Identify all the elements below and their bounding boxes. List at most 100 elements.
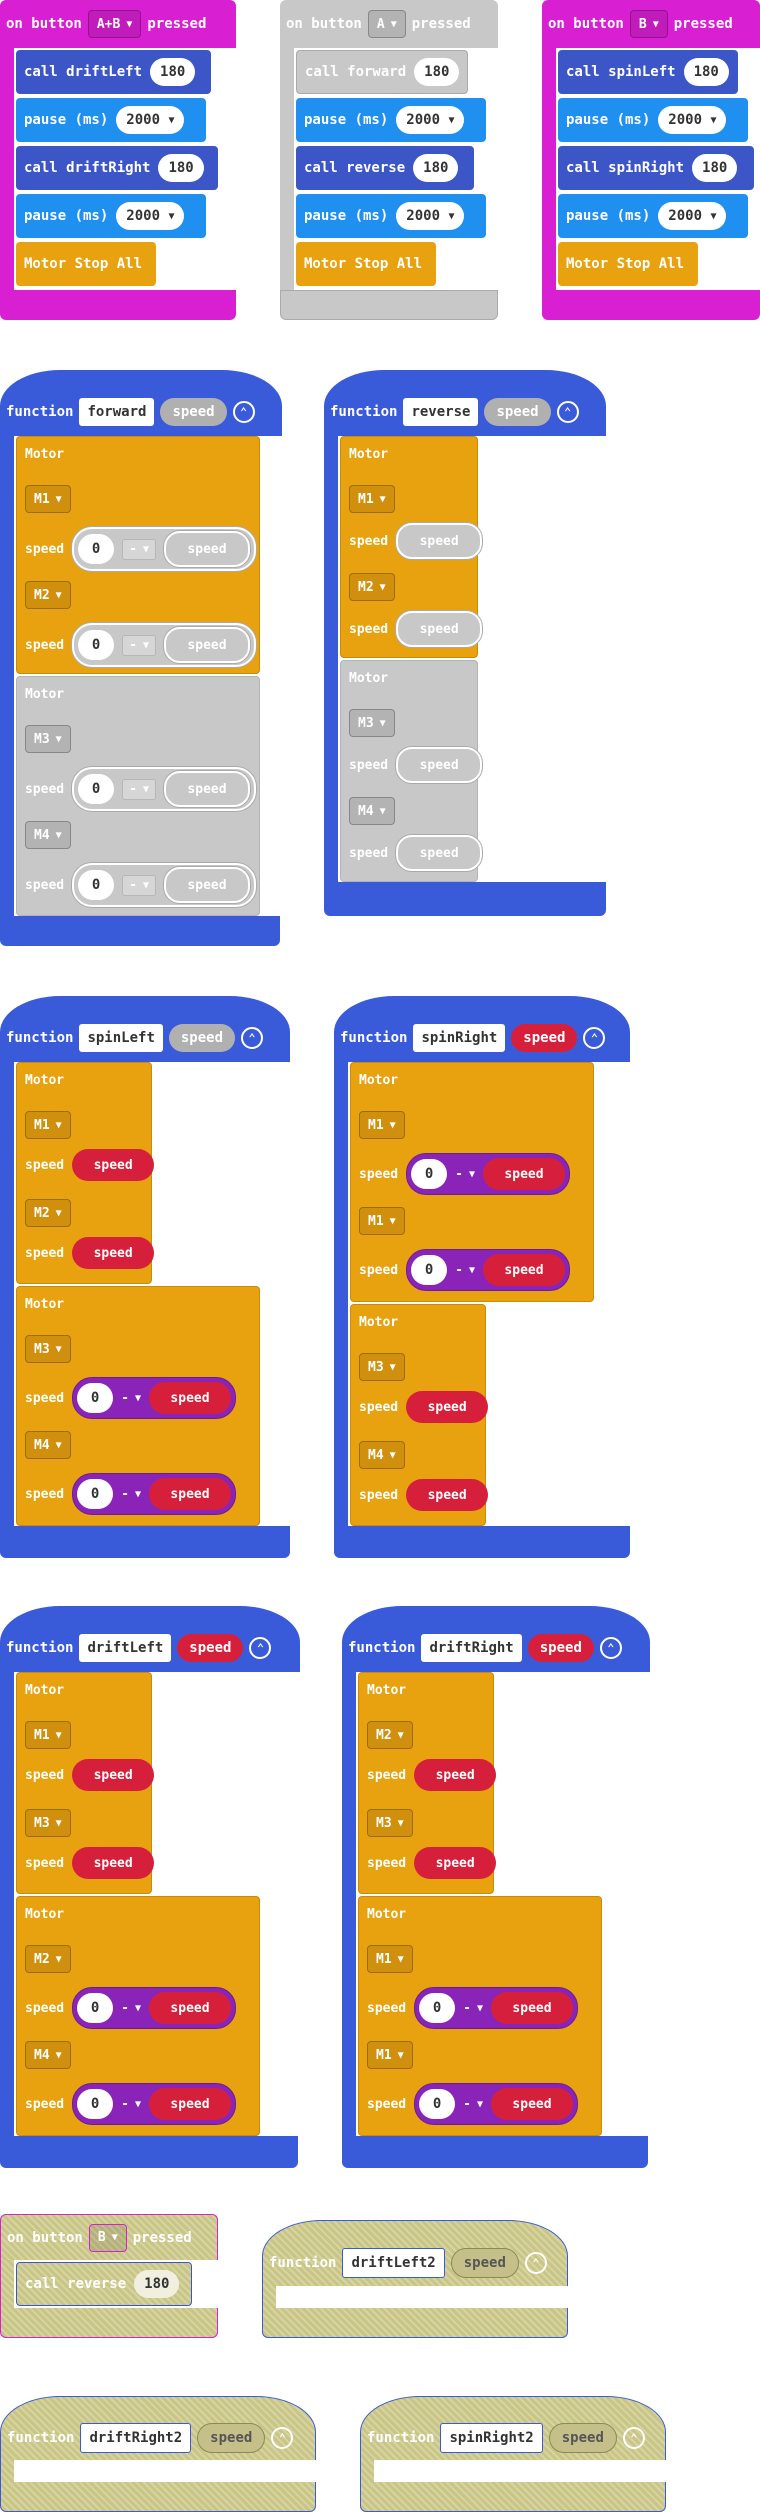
event-header[interactable]: on button A ▼ pressed <box>280 0 498 48</box>
parameter-speed[interactable]: speed <box>511 1024 578 1052</box>
collapse-icon[interactable]: ⌃ <box>599 1637 622 1659</box>
number-input[interactable]: 0 <box>77 1479 114 1509</box>
speed-variable[interactable]: speed <box>149 1478 231 1510</box>
operator-dropdown[interactable]: - ▼ <box>121 2001 141 2016</box>
speed-variable[interactable]: speed <box>164 771 250 807</box>
number-input[interactable]: 0 <box>77 1383 114 1413</box>
button-dropdown[interactable]: B ▼ <box>88 2223 127 2252</box>
operator-dropdown[interactable]: - ▼ <box>121 2097 141 2112</box>
motor-dropdown[interactable]: M3 ▼ <box>367 1809 413 1837</box>
motor-dropdown[interactable]: M1 ▼ <box>25 485 71 513</box>
number-input[interactable]: 0 <box>78 870 115 900</box>
collapse-icon[interactable]: ⌃ <box>622 2426 645 2449</box>
number-input[interactable]: 180 <box>134 2270 180 2298</box>
function-name-input[interactable]: spinRight <box>413 1024 506 1052</box>
motor-dropdown[interactable]: M4 ▼ <box>25 821 71 849</box>
speed-variable[interactable]: speed <box>406 1391 489 1423</box>
function-header[interactable]: function driftRight speed ⌃ <box>342 1606 650 1672</box>
event-header[interactable]: on button A+B ▼ pressed <box>0 0 236 48</box>
speed-variable[interactable]: speed <box>149 1382 231 1414</box>
number-input[interactable]: 180 <box>692 154 738 182</box>
speed-variable[interactable]: speed <box>396 835 483 871</box>
speed-variable[interactable]: speed <box>414 1759 497 1791</box>
pause-block[interactable]: pause (ms) 2000 ▼ <box>296 98 486 142</box>
operator-dropdown[interactable]: - ▼ <box>463 2097 483 2112</box>
motor-stop-block[interactable]: Motor Stop All <box>558 242 698 286</box>
function-name-input[interactable]: driftRight2 <box>80 2422 192 2453</box>
motor-dropdown[interactable]: M1 ▼ <box>367 2041 413 2069</box>
number-input[interactable]: 0 <box>78 534 115 564</box>
motor-dropdown[interactable]: M1 ▼ <box>359 1111 405 1139</box>
number-input[interactable]: 180 <box>158 154 204 182</box>
call-block[interactable]: call reverse 180 <box>296 146 474 190</box>
speed-variable[interactable]: speed <box>396 523 483 559</box>
parameter-speed[interactable]: speed <box>197 2422 266 2453</box>
minus-operator-block[interactable]: 0 - ▼ speed <box>72 527 256 571</box>
pause-block[interactable]: pause (ms) 2000 ▼ <box>558 194 748 238</box>
motor-dropdown[interactable]: M2 ▼ <box>367 1721 413 1749</box>
operator-dropdown[interactable]: - ▼ <box>455 1263 475 1278</box>
operator-dropdown[interactable]: - ▼ <box>121 1487 141 1502</box>
pause-dropdown[interactable]: 2000 ▼ <box>396 106 465 134</box>
collapse-icon[interactable]: ⌃ <box>271 2426 294 2449</box>
speed-variable[interactable]: speed <box>483 1158 565 1190</box>
function-name-input[interactable]: reverse <box>403 398 479 426</box>
speed-variable[interactable]: speed <box>72 1237 155 1269</box>
pause-dropdown[interactable]: 2000 ▼ <box>116 106 185 134</box>
operator-dropdown[interactable]: - ▼ <box>455 1167 475 1182</box>
motor-dropdown[interactable]: M4 ▼ <box>25 1431 71 1459</box>
function-name-input[interactable]: driftLeft <box>79 1634 172 1662</box>
function-header[interactable]: function driftLeft speed ⌃ <box>0 1606 300 1672</box>
pause-dropdown[interactable]: 2000 ▼ <box>658 106 727 134</box>
motor-dropdown[interactable]: M1 ▼ <box>349 485 395 513</box>
pause-dropdown[interactable]: 2000 ▼ <box>658 202 727 230</box>
call-block[interactable]: call spinRight 180 <box>558 146 754 190</box>
button-dropdown[interactable]: B ▼ <box>629 10 668 38</box>
speed-variable[interactable]: speed <box>164 531 250 567</box>
call-block[interactable]: call driftLeft 180 <box>16 50 211 94</box>
minus-operator-block[interactable]: 0 - ▼ speed <box>72 1377 236 1419</box>
collapse-icon[interactable]: ⌃ <box>556 401 579 423</box>
speed-variable[interactable]: speed <box>491 1992 573 2024</box>
minus-operator-block[interactable]: 0 - ▼ speed <box>72 2083 236 2125</box>
motor-block[interactable]: Motor M1 ▼ speed 0 - ▼ speed M1 ▼ speed 0 - ▼ sp… <box>358 1896 602 2136</box>
motor-dropdown[interactable]: M3 ▼ <box>359 1353 405 1381</box>
button-dropdown[interactable]: A+B ▼ <box>87 10 142 38</box>
speed-variable[interactable]: speed <box>72 1759 155 1791</box>
operator-dropdown[interactable]: - ▼ <box>122 538 156 560</box>
parameter-speed[interactable]: speed <box>484 398 551 426</box>
parameter-speed[interactable]: speed <box>160 398 227 426</box>
speed-variable[interactable]: speed <box>483 1254 565 1286</box>
motor-block[interactable]: Motor M2 ▼ speed 0 - ▼ speed M4 ▼ speed 0 - ▼ sp… <box>16 1896 260 2136</box>
event-header[interactable]: on button B ▼ pressed <box>0 2214 218 2260</box>
motor-dropdown[interactable]: M4 ▼ <box>25 2041 71 2069</box>
motor-block[interactable]: Motor M1 ▼ speed 0 - ▼ speed M2 ▼ speed 0 - ▼ sp… <box>16 436 260 674</box>
motor-block[interactable]: Motor M3 ▼ speed speed M4 ▼ speed speed <box>340 660 483 882</box>
collapse-icon[interactable]: ⌃ <box>232 401 255 423</box>
minus-operator-block[interactable]: 0 - ▼ speed <box>414 2083 578 2125</box>
speed-variable[interactable]: speed <box>149 1992 231 2024</box>
call-block[interactable]: call driftRight 180 <box>16 146 218 190</box>
number-input[interactable]: 0 <box>77 1993 114 2023</box>
number-input[interactable]: 0 <box>77 2089 114 2119</box>
motor-dropdown[interactable]: M2 ▼ <box>25 581 71 609</box>
speed-variable[interactable]: speed <box>149 2088 231 2120</box>
minus-operator-block[interactable]: 0 - ▼ speed <box>72 1473 236 1515</box>
collapse-icon[interactable]: ⌃ <box>249 1637 272 1659</box>
function-name-input[interactable]: forward <box>79 398 155 426</box>
motor-block[interactable]: Motor M1 ▼ speed speed M2 ▼ speed speed <box>340 436 483 658</box>
number-input[interactable]: 0 <box>78 774 115 804</box>
motor-dropdown[interactable]: M1 ▼ <box>25 1721 71 1749</box>
parameter-speed[interactable]: speed <box>527 1634 594 1662</box>
operator-dropdown[interactable]: - ▼ <box>463 2001 483 2016</box>
parameter-speed[interactable]: speed <box>548 2422 617 2453</box>
number-input[interactable]: 180 <box>683 58 729 86</box>
motor-dropdown[interactable]: M2 ▼ <box>349 573 395 601</box>
motor-block[interactable]: Motor M3 ▼ speed 0 - ▼ speed M4 ▼ speed 0 - ▼ sp… <box>16 676 260 916</box>
function-header[interactable]: function reverse speed ⌃ <box>324 370 606 436</box>
number-input[interactable]: 180 <box>414 58 460 86</box>
event-header[interactable]: on button B ▼ pressed <box>542 0 760 48</box>
motor-dropdown[interactable]: M4 ▼ <box>359 1441 405 1469</box>
motor-block[interactable]: Motor M1 ▼ speed speed M2 ▼ speed speed <box>16 1062 155 1284</box>
parameter-speed[interactable]: speed <box>168 1024 236 1052</box>
